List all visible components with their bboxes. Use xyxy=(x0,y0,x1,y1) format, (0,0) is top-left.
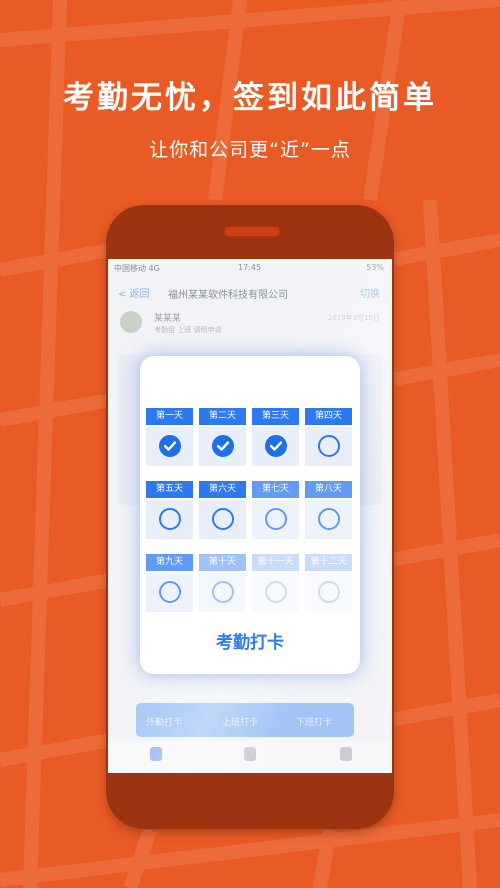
profile-date: 2019年3月15日 xyxy=(327,314,380,322)
day-status xyxy=(146,573,193,612)
tab-stats-icon[interactable] xyxy=(244,747,256,761)
avatar xyxy=(120,311,142,333)
status-time: 17:45 xyxy=(238,263,262,272)
attendance-card: 第一天 第二天 第三天 第四天第五天 第六天 第七天 第八天第九天 第十天 第十一天 第十二天 考… xyxy=(140,356,360,674)
status-battery: 53% xyxy=(366,263,384,272)
day-cell[interactable]: 第九天 xyxy=(146,554,193,612)
empty-circle-icon xyxy=(212,508,234,530)
status-carrier: 中国移动 4G xyxy=(114,264,160,273)
day-label: 第七天 xyxy=(252,481,299,498)
day-label: 第十一天 xyxy=(252,554,299,571)
empty-circle-icon xyxy=(318,435,340,457)
day-status xyxy=(305,427,352,466)
day-status xyxy=(199,427,246,466)
punch-button-bar[interactable]: 外勤打卡 上班打卡 下班打卡 xyxy=(136,703,354,737)
day-status xyxy=(146,427,193,466)
switch-button[interactable]: 切换 xyxy=(360,285,380,300)
day-status xyxy=(305,500,352,539)
day-status xyxy=(305,573,352,612)
tab-profile-icon[interactable] xyxy=(340,747,352,761)
tab-bar xyxy=(108,741,392,773)
day-cell[interactable]: 第五天 xyxy=(146,481,193,539)
profile-name: 某某某 xyxy=(154,314,182,324)
day-label: 第二天 xyxy=(199,408,246,425)
empty-circle-icon xyxy=(265,508,287,530)
card-title: 考勤打卡 xyxy=(216,633,284,653)
check-circle-icon xyxy=(212,435,234,457)
empty-circle-icon xyxy=(318,508,340,530)
headline: 考勤无忧，签到如此简单 xyxy=(63,80,437,116)
nav-title: 福州某某软件科技有限公司 xyxy=(168,290,288,301)
check-circle-icon xyxy=(159,435,181,457)
start-punch-label: 上班打卡 xyxy=(222,718,259,728)
tab-home-icon[interactable] xyxy=(150,747,162,761)
day-label: 第四天 xyxy=(305,408,352,425)
day-cell[interactable]: 第四天 xyxy=(305,408,352,466)
day-cell[interactable]: 第十二天 xyxy=(305,554,352,612)
day-status xyxy=(199,500,246,539)
day-status xyxy=(199,573,246,612)
empty-circle-icon xyxy=(318,581,340,603)
day-cell[interactable]: 第一天 xyxy=(146,408,193,466)
day-label: 第九天 xyxy=(146,554,193,571)
day-label: 第一天 xyxy=(146,408,193,425)
end-punch-label: 下班打卡 xyxy=(296,718,333,728)
day-status xyxy=(252,500,299,539)
day-cell[interactable]: 第二天 xyxy=(199,408,246,466)
day-cell[interactable]: 第六天 xyxy=(199,481,246,539)
back-button[interactable]: < 返回 xyxy=(118,285,150,300)
day-label: 第三天 xyxy=(252,408,299,425)
empty-circle-icon xyxy=(265,581,287,603)
day-label: 第八天 xyxy=(305,481,352,498)
day-label: 第十天 xyxy=(199,554,246,571)
day-status xyxy=(252,573,299,612)
subheadline: 让你和公司更“近”一点 xyxy=(149,139,351,161)
check-circle-icon xyxy=(265,435,287,457)
day-cell[interactable]: 第十天 xyxy=(199,554,246,612)
status-bar: 中国移动 4G 17:45 53% xyxy=(108,259,392,277)
empty-circle-icon xyxy=(159,581,181,603)
day-label: 第十二天 xyxy=(305,554,352,571)
field-punch-label: 外勤打卡 xyxy=(146,718,183,728)
day-cell[interactable]: 第三天 xyxy=(252,408,299,466)
day-cell[interactable]: 第十一天 xyxy=(252,554,299,612)
day-status xyxy=(146,500,193,539)
profile-row: 某某某 考勤组 上班 请假申请 2019年3月15日 xyxy=(116,307,384,343)
day-label: 第六天 xyxy=(199,481,246,498)
empty-circle-icon xyxy=(159,508,181,530)
day-status xyxy=(252,427,299,466)
empty-circle-icon xyxy=(212,581,234,603)
phone-speaker xyxy=(224,226,280,237)
day-cell[interactable]: 第八天 xyxy=(305,481,352,539)
nav-bar: < 返回 福州某某软件科技有限公司 切换 xyxy=(108,277,392,309)
day-cell[interactable]: 第七天 xyxy=(252,481,299,539)
profile-subtitle: 考勤组 上班 请假申请 xyxy=(154,326,222,334)
day-label: 第五天 xyxy=(146,481,193,498)
